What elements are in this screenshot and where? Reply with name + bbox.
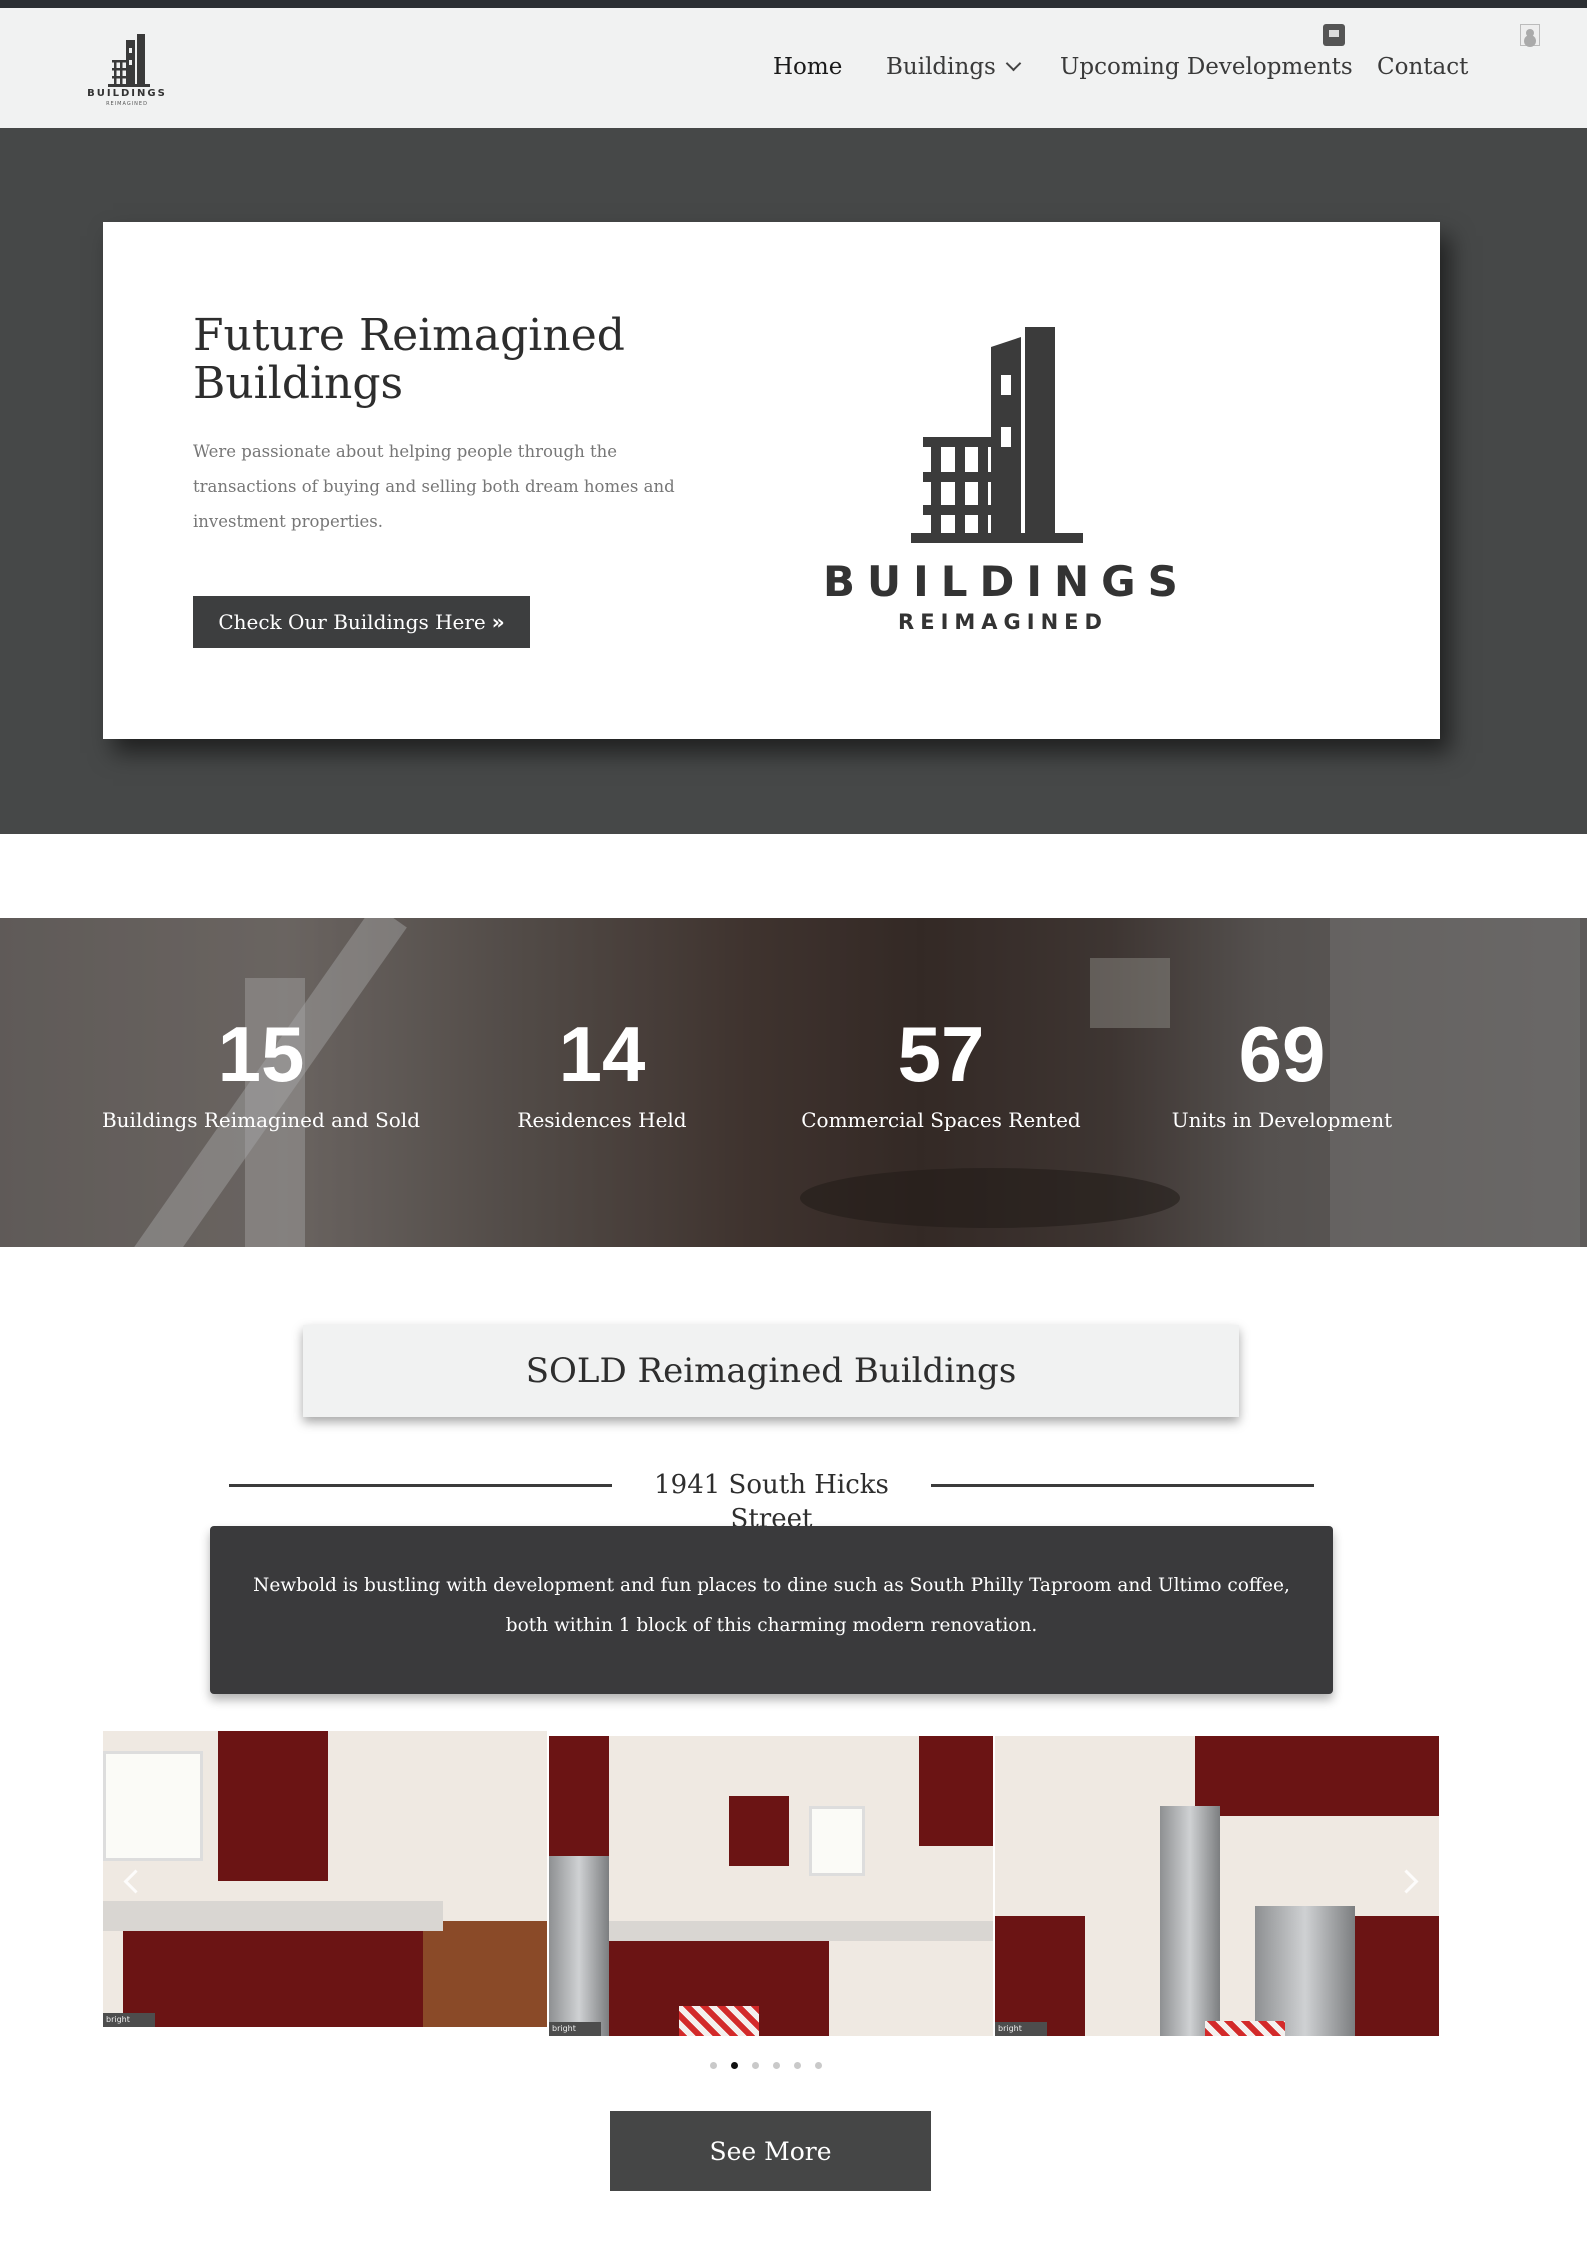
carousel-pagination — [710, 2060, 830, 2072]
stat-label: Residences Held — [517, 1108, 687, 1132]
property-carousel[interactable]: bright bright bright — [103, 1731, 1440, 2051]
main-nav: Home Buildings Upcoming Developments Con… — [0, 54, 1587, 94]
stat-units-in-development: 69 Units in Development — [1142, 1014, 1422, 1132]
logo-subtitle: REIMAGINED — [106, 101, 148, 107]
address-divider: 1941 South Hicks Street — [229, 1468, 1314, 1534]
carousel-slide[interactable]: bright — [995, 1736, 1439, 2036]
nav-home[interactable]: Home — [773, 54, 842, 80]
stat-value: 14 — [558, 1010, 646, 1098]
listing-badge: bright — [549, 2022, 601, 2036]
user-icon[interactable] — [1520, 24, 1540, 46]
property-description: Newbold is bustling with development and… — [210, 1526, 1333, 1694]
check-buildings-label: Check Our Buildings Here — [218, 610, 486, 634]
stats-section: 15 Buildings Reimagined and Sold 14 Resi… — [0, 918, 1587, 1247]
nav-buildings-label: Buildings — [886, 54, 996, 80]
divider-line — [229, 1484, 612, 1487]
hero-description: Were passionate about helping people thr… — [193, 442, 675, 531]
stat-value: 69 — [1238, 1010, 1326, 1098]
nav-buildings[interactable]: Buildings — [886, 54, 1022, 80]
listing-badge: bright — [103, 2013, 155, 2027]
carousel-dot[interactable] — [710, 2062, 717, 2069]
stat-value: 57 — [897, 1010, 985, 1098]
stat-commercial-spaces: 57 Commercial Spaces Rented — [790, 1014, 1092, 1132]
carousel-dot[interactable] — [773, 2062, 780, 2069]
hero-logo: BUILDINGS REIMAGINED — [823, 327, 1183, 637]
divider-line — [931, 1484, 1314, 1487]
see-more-button[interactable]: See More — [610, 2111, 931, 2191]
nav-contact[interactable]: Contact — [1377, 54, 1468, 80]
hero-section: Future Reimagined Buildings Were passion… — [0, 128, 1587, 834]
carousel-dot[interactable] — [731, 2062, 738, 2069]
sold-title: SOLD Reimagined Buildings — [525, 1351, 1017, 1391]
carousel-dot[interactable] — [752, 2062, 759, 2069]
carousel-slide[interactable]: bright — [103, 1731, 547, 2027]
double-chevron-right-icon: » — [491, 610, 505, 634]
top-bar — [0, 0, 1587, 8]
stat-residences-held: 14 Residences Held — [462, 1014, 742, 1132]
stat-value: 15 — [217, 1010, 305, 1098]
chat-icon[interactable] — [1323, 24, 1345, 46]
carousel-dot[interactable] — [815, 2062, 822, 2069]
stat-label: Units in Development — [1171, 1108, 1393, 1132]
hero-card: Future Reimagined Buildings Were passion… — [103, 222, 1440, 739]
stat-buildings-sold: 15 Buildings Reimagined and Sold — [100, 1014, 422, 1132]
listing-badge: bright — [995, 2022, 1047, 2036]
carousel-slide[interactable]: bright — [549, 1736, 993, 2036]
stat-label: Buildings Reimagined and Sold — [101, 1108, 421, 1132]
site-header: BUILDINGS REIMAGINED Home Buildings Upco… — [0, 8, 1587, 128]
carousel-next-icon[interactable] — [1396, 1866, 1426, 1896]
stat-label: Commercial Spaces Rented — [801, 1108, 1081, 1132]
building-logo-large-icon — [911, 327, 1083, 543]
carousel-prev-icon[interactable] — [117, 1866, 147, 1896]
chevron-down-icon — [1005, 55, 1022, 72]
nav-upcoming-developments[interactable]: Upcoming Developments — [1060, 54, 1353, 80]
sold-section-heading: SOLD Reimagined Buildings — [303, 1325, 1239, 1417]
hero-logo-wordmark: BUILDINGS — [823, 557, 1190, 606]
carousel-dot[interactable] — [794, 2062, 801, 2069]
check-buildings-button[interactable]: Check Our Buildings Here» — [193, 596, 530, 648]
hero-title: Future Reimagined Buildings — [193, 310, 625, 409]
hero-logo-subtitle: REIMAGINED — [898, 610, 1108, 634]
